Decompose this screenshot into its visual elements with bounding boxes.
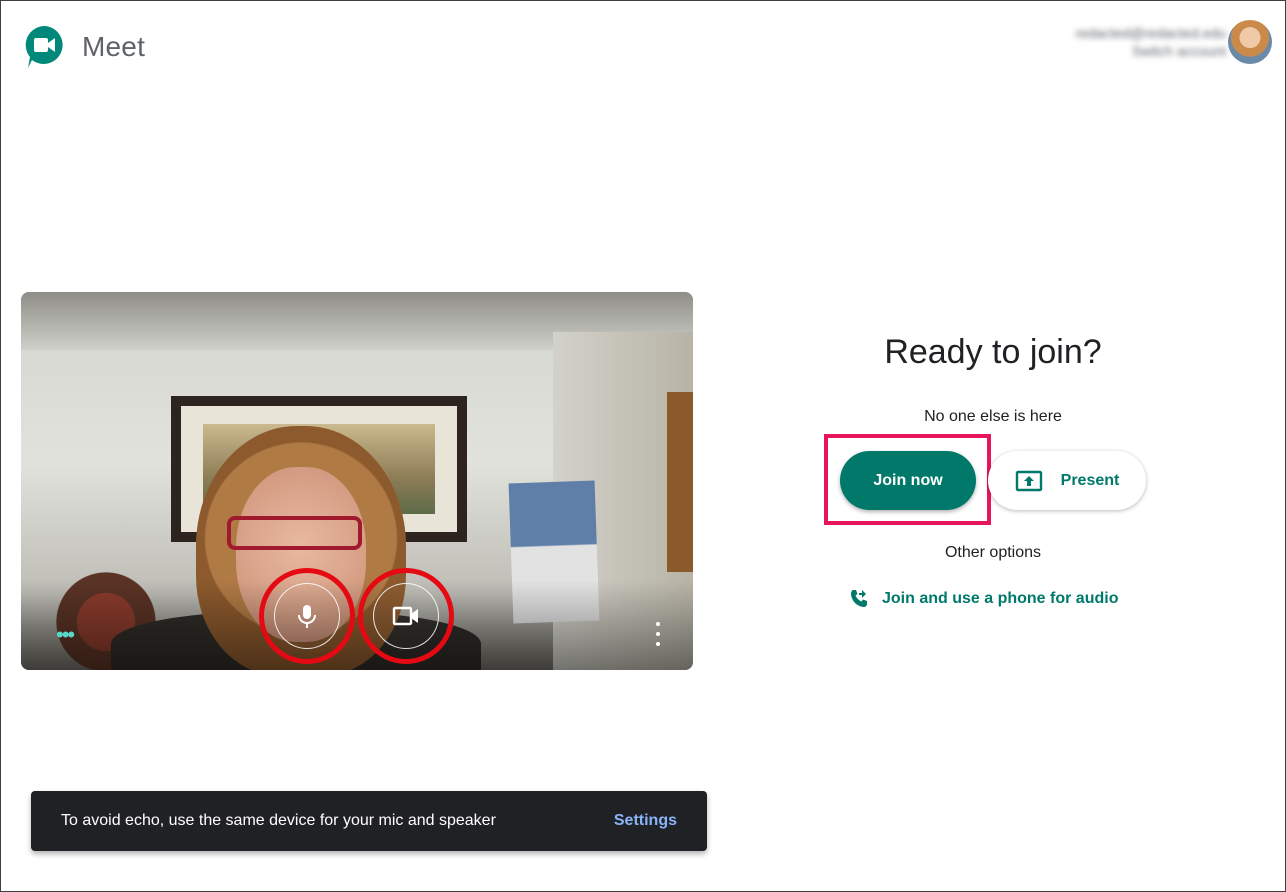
present-label: Present — [1060, 471, 1120, 489]
more-options-button[interactable] — [651, 622, 665, 646]
videocam-icon — [392, 606, 418, 626]
snackbar-message: To avoid echo, use the same device for y… — [61, 812, 496, 829]
join-phone-audio-link[interactable]: Join and use a phone for audio — [848, 588, 1118, 610]
avatar[interactable] — [1228, 20, 1272, 64]
ready-heading: Ready to join? — [884, 333, 1102, 371]
join-now-button[interactable]: Join now — [840, 451, 976, 510]
present-button[interactable]: Present — [988, 451, 1146, 510]
more-vert-icon — [656, 622, 660, 626]
video-vignette — [21, 580, 693, 670]
app-title: Meet — [82, 31, 146, 62]
mic-toggle-button[interactable] — [274, 583, 340, 649]
account-email: redacted@redacted.edu — [1075, 25, 1226, 41]
echo-warning-snackbar: To avoid echo, use the same device for y… — [31, 791, 707, 851]
phone-link-label: Join and use a phone for audio — [882, 590, 1119, 607]
video-scene-door — [667, 392, 693, 572]
participants-status: No one else is here — [924, 408, 1062, 425]
account-info[interactable]: redacted@redacted.edu Switch account — [1076, 24, 1226, 60]
audio-level-icon: ••• — [56, 622, 75, 647]
present-to-all-icon — [1015, 470, 1042, 491]
video-scene-glasses — [227, 516, 362, 550]
switch-account-link[interactable]: Switch account — [1076, 42, 1226, 60]
meet-logo-icon — [25, 25, 63, 69]
video-preview: ••• — [21, 292, 693, 670]
mic-icon — [298, 605, 316, 628]
phone-forwarded-icon — [851, 590, 867, 607]
meet-logo[interactable]: Meet — [24, 24, 145, 70]
camera-toggle-button[interactable] — [373, 583, 439, 649]
snackbar-settings-button[interactable]: Settings — [614, 812, 677, 830]
other-options-label: Other options — [944, 544, 1042, 561]
